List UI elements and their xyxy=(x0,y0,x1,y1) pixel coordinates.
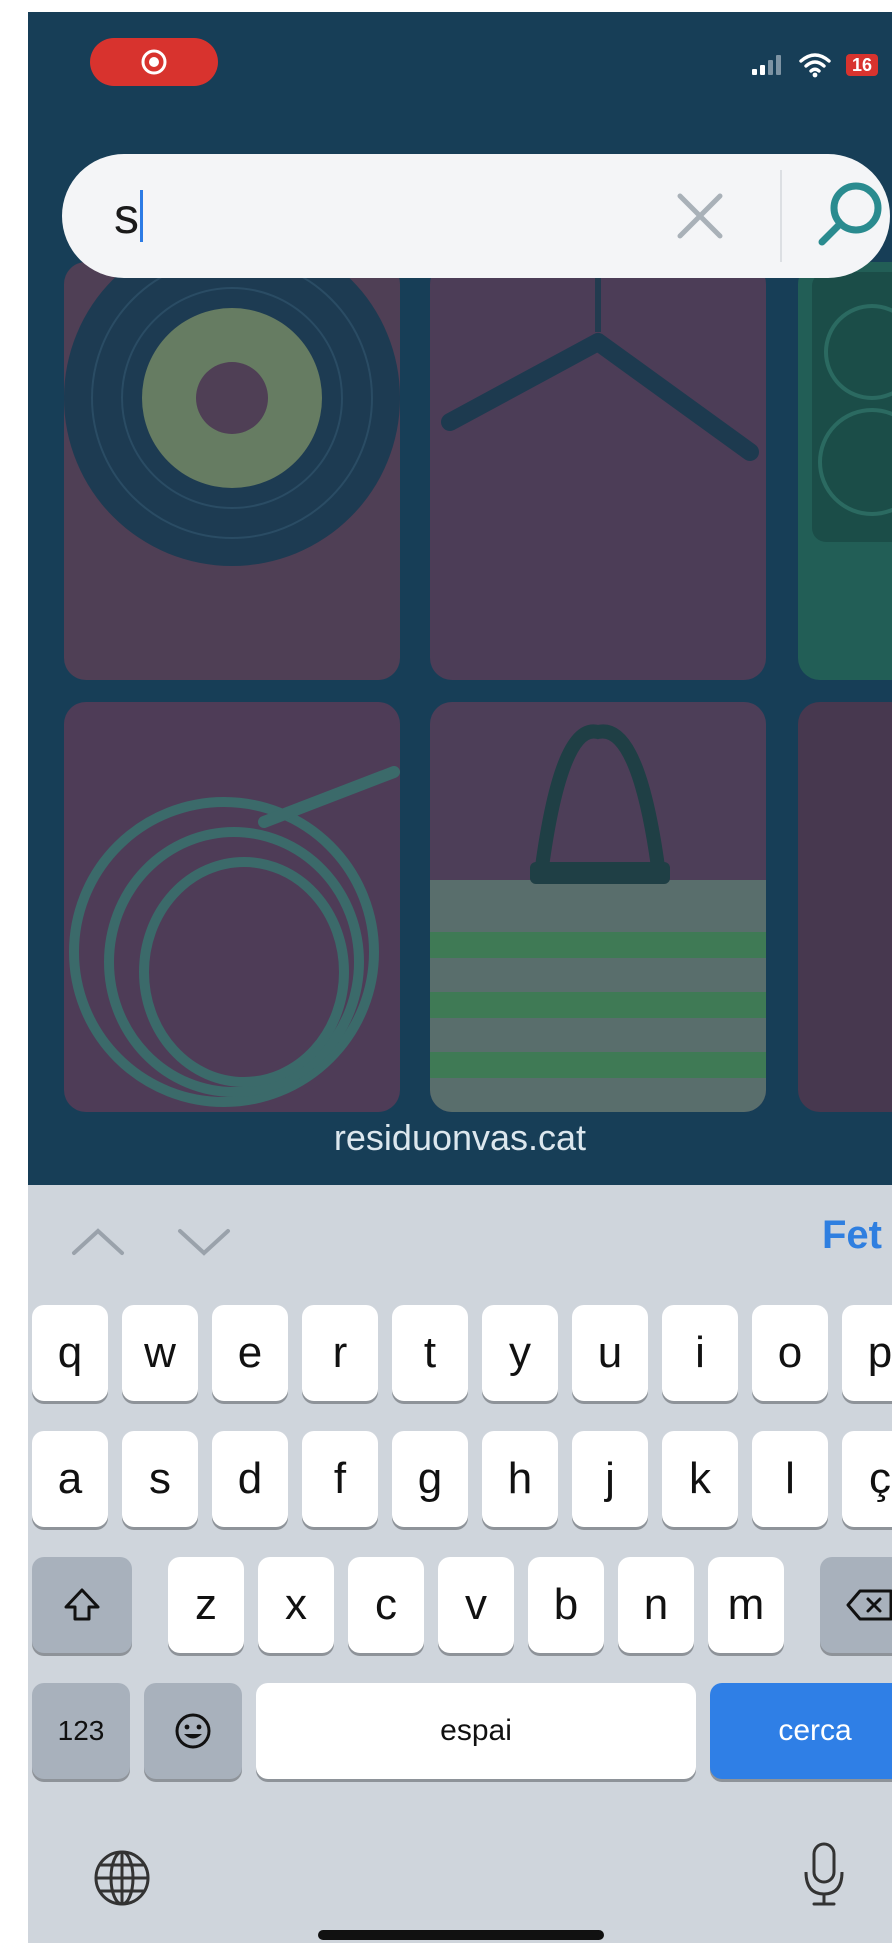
key-e[interactable]: e xyxy=(212,1305,288,1401)
home-indicator[interactable] xyxy=(318,1930,604,1940)
record-icon xyxy=(141,49,167,75)
key-w[interactable]: w xyxy=(122,1305,198,1401)
key-l[interactable]: l xyxy=(752,1431,828,1527)
key-h[interactable]: h xyxy=(482,1431,558,1527)
key-s[interactable]: s xyxy=(122,1431,198,1527)
key-i[interactable]: i xyxy=(662,1305,738,1401)
key-y[interactable]: y xyxy=(482,1305,558,1401)
close-icon[interactable] xyxy=(666,182,734,250)
search-input[interactable]: s xyxy=(114,187,139,245)
phone-screen: 16 residuonvas.cat s Fet q w e r t y u i… xyxy=(28,12,892,1943)
cellular-signal-icon xyxy=(751,55,781,75)
key-x[interactable]: x xyxy=(258,1557,334,1653)
key-v[interactable]: v xyxy=(438,1557,514,1653)
clothes-hanger-icon xyxy=(441,272,759,461)
grid-item-other[interactable] xyxy=(798,702,892,1112)
text-cursor xyxy=(140,190,143,242)
shift-icon xyxy=(64,1588,100,1621)
vinyl-record-icon xyxy=(64,262,400,566)
key-o[interactable]: o xyxy=(752,1305,828,1401)
space-key[interactable]: espai xyxy=(256,1683,696,1779)
shift-key[interactable] xyxy=(32,1557,132,1653)
grid-item-rope[interactable] xyxy=(64,702,400,1112)
grid-item-vinyl[interactable] xyxy=(64,262,400,680)
key-u[interactable]: u xyxy=(572,1305,648,1401)
key-b[interactable]: b xyxy=(528,1557,604,1653)
key-t[interactable]: t xyxy=(392,1305,468,1401)
backspace-key[interactable] xyxy=(820,1557,892,1653)
key-c[interactable]: c xyxy=(348,1557,424,1653)
keyboard: Fet q w e r t y u i o p a s d f g h j k … xyxy=(28,1185,892,1943)
numbers-key[interactable]: 123 xyxy=(32,1683,130,1779)
done-button[interactable]: Fet xyxy=(822,1213,882,1258)
microphone-icon[interactable] xyxy=(800,1840,848,1910)
globe-icon[interactable] xyxy=(90,1846,154,1910)
key-n[interactable]: n xyxy=(618,1557,694,1653)
key-q[interactable]: q xyxy=(32,1305,108,1401)
battery-level: 16 xyxy=(845,54,878,76)
rope-cable-icon xyxy=(69,766,400,1107)
key-c-cedilla[interactable]: ç xyxy=(842,1431,892,1527)
grid-item-hanger[interactable] xyxy=(430,262,766,680)
key-a[interactable]: a xyxy=(32,1431,108,1527)
status-icons: 16 xyxy=(750,52,878,78)
grid-item-speaker[interactable] xyxy=(798,262,892,680)
backspace-icon xyxy=(846,1589,892,1621)
search-key[interactable]: cerca xyxy=(710,1683,892,1779)
woven-basket-icon xyxy=(430,724,766,1112)
key-z[interactable]: z xyxy=(168,1557,244,1653)
key-r[interactable]: r xyxy=(302,1305,378,1401)
site-label: residuonvas.cat xyxy=(333,1117,587,1158)
key-d[interactable]: d xyxy=(212,1431,288,1527)
key-f[interactable]: f xyxy=(302,1431,378,1527)
search-icon[interactable] xyxy=(808,172,892,258)
key-m[interactable]: m xyxy=(708,1557,784,1653)
grid-item-basket[interactable] xyxy=(430,702,766,1112)
chevron-up-icon[interactable] xyxy=(68,1223,128,1259)
wifi-icon xyxy=(799,53,831,78)
emoji-key[interactable] xyxy=(144,1683,242,1779)
key-p[interactable]: p xyxy=(842,1305,892,1401)
chevron-down-icon[interactable] xyxy=(174,1223,234,1259)
screen-recording-indicator[interactable] xyxy=(90,38,218,86)
key-g[interactable]: g xyxy=(392,1431,468,1527)
search-divider xyxy=(780,170,782,262)
key-k[interactable]: k xyxy=(662,1431,738,1527)
emoji-icon xyxy=(175,1713,211,1749)
search-bar[interactable]: s xyxy=(62,154,890,278)
speaker-icon xyxy=(812,272,892,542)
key-j[interactable]: j xyxy=(572,1431,648,1527)
